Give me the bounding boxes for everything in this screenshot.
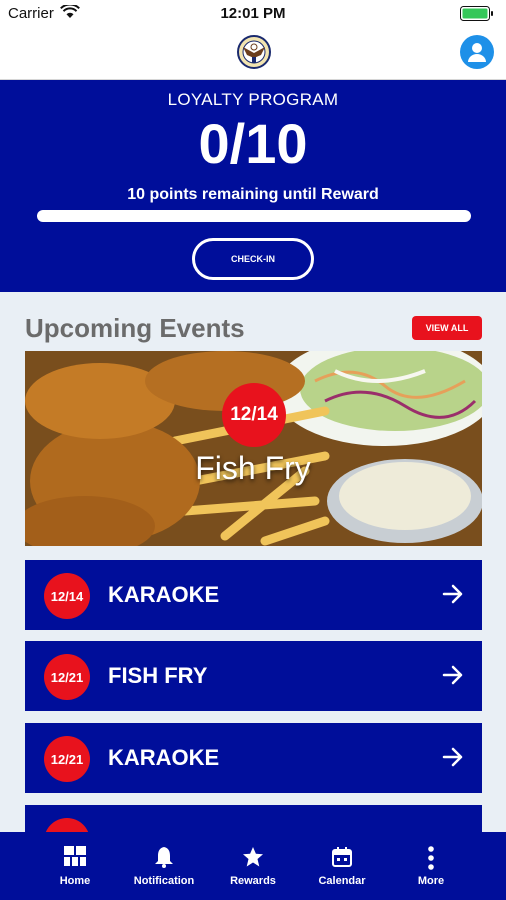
status-bar: Carrier 12:01 PM (0, 0, 506, 28)
profile-button[interactable] (460, 35, 494, 69)
check-in-button[interactable]: CHECK-IN (192, 238, 314, 280)
loyalty-points-count: 0/10 (198, 112, 308, 175)
tab-more[interactable]: More (386, 832, 476, 900)
upcoming-events-heading: Upcoming Events (25, 313, 245, 343)
event-row[interactable]: 12/21 KARAOKE (25, 723, 482, 793)
tab-home[interactable]: Home (30, 832, 120, 900)
eagle-logo-icon (237, 35, 271, 69)
tab-label: Rewards (230, 875, 276, 887)
user-icon (468, 43, 486, 62)
tab-label: More (417, 875, 445, 887)
tab-label: Notification (133, 875, 195, 887)
event-name: KARAOKE (108, 582, 220, 607)
bell-icon (155, 847, 173, 868)
featured-event-title: Fish Fry (195, 450, 311, 486)
tab-label: Calendar (318, 875, 366, 887)
tab-notification[interactable]: Notification (119, 832, 209, 900)
calendar-icon (332, 847, 352, 867)
event-date-badge: 12/21 (44, 654, 90, 700)
battery-icon (460, 6, 493, 21)
featured-event-card[interactable] (25, 351, 482, 546)
event-row[interactable]: 12/14 KARAOKE (25, 560, 482, 630)
arrow-right-icon (442, 665, 463, 685)
view-all-button[interactable]: VIEW ALL (412, 316, 482, 340)
event-date-badge: 12/14 (44, 573, 90, 619)
star-icon (243, 847, 263, 867)
fish-fry-image (25, 351, 482, 546)
event-name: FISH FRY (108, 663, 208, 688)
tab-calendar[interactable]: Calendar (297, 832, 387, 900)
loyalty-section: LOYALTY PROGRAM 0/10 10 points remaining… (0, 80, 506, 292)
points-remaining-text: 10 points remaining until Reward (127, 186, 379, 203)
status-time: 12:01 PM (220, 5, 286, 22)
arrow-right-icon (442, 584, 463, 604)
more-vertical-icon (428, 846, 434, 870)
event-date-badge: 12/21 (44, 736, 90, 782)
grid-icon (64, 846, 86, 866)
loyalty-progress-bar (37, 210, 471, 222)
tab-rewards[interactable]: Rewards (208, 832, 298, 900)
event-name: KARAOKE (108, 745, 220, 770)
nav-header (0, 28, 506, 80)
arrow-right-icon (442, 747, 463, 767)
tab-label: Home (59, 875, 91, 887)
featured-event-date-badge: 12/14 (222, 383, 286, 447)
bottom-tab-bar: Home Notification Rewards Calendar More (0, 832, 506, 900)
event-row[interactable]: 12/21 FISH FRY (25, 641, 482, 711)
loyalty-title: LOYALTY PROGRAM (167, 90, 339, 109)
